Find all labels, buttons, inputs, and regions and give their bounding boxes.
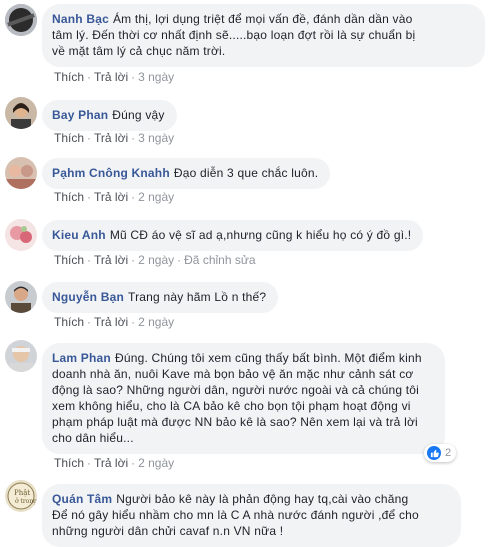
- comment-text-line: Ám thị, lợi dụng triệt để mọi vấn đề, đá…: [112, 12, 413, 26]
- svg-text:ở trong: ở trong: [15, 498, 37, 505]
- like-link[interactable]: Thích: [54, 253, 84, 267]
- comment-text-line: Người bảo kê này là phản động hay tq,cài…: [116, 492, 409, 506]
- avatar[interactable]: [5, 281, 37, 313]
- comment-text-line: về mặt tâm lý cả chục năm trời.: [52, 44, 226, 58]
- avatar[interactable]: Phật ở trong: [5, 480, 37, 512]
- comment-text-line: tâm lý. Đến thời cơ nhất định sẽ.....bạo…: [52, 28, 416, 42]
- separator: ·: [131, 315, 136, 329]
- comment-text-line: xem không hiểu, cho là CA bảo kê cho bọn…: [52, 399, 411, 413]
- comment-text-line: Để nó gây hiểu nhầm cho mn là C A nhà nư…: [52, 508, 419, 522]
- avatar[interactable]: [5, 97, 37, 129]
- comment-author[interactable]: Quán Tâm: [52, 492, 112, 506]
- comment-actions: Thích · Trả lời · 2 ngày: [54, 456, 174, 470]
- comment-bubble: Nanh Bạc Ám thị, lợi dụng triệt để mọi vấ…: [42, 4, 485, 67]
- like-link[interactable]: Thích: [54, 315, 84, 329]
- reply-link[interactable]: Trả lời: [94, 253, 128, 267]
- reply-link[interactable]: Trả lời: [94, 190, 128, 204]
- separator: ·: [87, 315, 92, 329]
- svg-text:Phật: Phật: [14, 489, 30, 497]
- comment-bubble: Pạhm Cnông Knahh Đạo diễn 3 que chắc luôn…: [42, 158, 331, 189]
- comment-actions: Thích · Trả lời · 2 ngày · Đã chỉnh sửa: [54, 253, 256, 267]
- separator: ·: [87, 190, 92, 204]
- separator: ·: [131, 253, 136, 267]
- comment-text-line: Mũ CĐ áo vệ sĩ ad ạ,nhưng cũng k hiểu họ…: [109, 228, 412, 242]
- reply-link[interactable]: Trả lời: [94, 131, 128, 145]
- avatar[interactable]: [5, 340, 37, 372]
- separator: ·: [177, 253, 182, 267]
- comment-text-line: Đạo diễn 3 que chắc luôn.: [173, 166, 319, 180]
- comment-text-line: động là sao? Những người dân, người nước…: [52, 383, 420, 397]
- comment-actions: Thích · Trả lời · 2 ngày: [54, 190, 174, 204]
- comment-author[interactable]: Nanh Bạc: [52, 12, 109, 26]
- comment-bubble: Lam Phan Đúng. Chúng tôi xem cũng thấy bấ…: [42, 343, 445, 454]
- edited-label[interactable]: Đã chỉnh sửa: [184, 253, 255, 267]
- comment-author[interactable]: Pạhm Cnông Knahh: [52, 166, 170, 180]
- like-link[interactable]: Thích: [54, 456, 84, 470]
- comment-text-line: Đúng. Chúng tôi xem cũng thấy bất bình. …: [114, 351, 422, 365]
- comment-text-line: Trang này hãm Lồ n thế?: [128, 290, 267, 304]
- comment-text-line: doanh nhà ăn, nuôi Kave mà bọn bảo vệ ăn…: [52, 367, 414, 381]
- like-link[interactable]: Thích: [54, 131, 84, 145]
- separator: ·: [87, 456, 92, 470]
- comment-author[interactable]: Bay Phan: [52, 108, 108, 122]
- comment-text-line: Đúng vậy: [112, 108, 165, 122]
- like-link[interactable]: Thích: [54, 70, 84, 84]
- avatar[interactable]: [5, 157, 37, 189]
- reaction-count-text: 2: [445, 447, 452, 459]
- comment-text-line: cho dân hiểu...: [52, 431, 134, 445]
- timestamp[interactable]: 2 ngày: [138, 253, 174, 267]
- avatar[interactable]: [5, 4, 37, 36]
- comment-actions: Thích · Trả lời · 2 ngày: [54, 315, 174, 329]
- comment-author[interactable]: Lam Phan: [52, 351, 111, 365]
- separator: ·: [131, 70, 136, 84]
- reply-link[interactable]: Trả lời: [94, 315, 128, 329]
- separator: ·: [131, 190, 136, 204]
- avatar[interactable]: [5, 219, 37, 251]
- timestamp[interactable]: 2 ngày: [138, 456, 174, 470]
- separator: ·: [87, 70, 92, 84]
- timestamp[interactable]: 3 ngày: [138, 131, 174, 145]
- timestamp[interactable]: 2 ngày: [138, 315, 174, 329]
- comment-text-line: phạm pháp luật mà được NN bảo kê là sao?…: [52, 415, 418, 429]
- thumbs-up-icon: [427, 446, 441, 460]
- timestamp[interactable]: 3 ngày: [138, 70, 174, 84]
- separator: ·: [131, 131, 136, 145]
- timestamp[interactable]: 2 ngày: [138, 190, 174, 204]
- comment-bubble: Bay Phan Đúng vậy: [42, 100, 177, 131]
- comment-bubble: Kieu Anh Mũ CĐ áo vệ sĩ ad ạ,nhưng cũng k…: [42, 220, 424, 251]
- comment-actions: Thích · Trả lời · 3 ngày: [54, 131, 174, 145]
- comment-author[interactable]: Kieu Anh: [52, 228, 106, 242]
- separator: ·: [87, 131, 92, 145]
- comment-text-line: những người dân chửi cavaf n.n VN nữa !: [52, 524, 284, 538]
- separator: ·: [131, 456, 136, 470]
- comment-bubble: Quán Tâm Người bảo kê này là phản động ha…: [42, 484, 461, 547]
- comment-actions: Thích · Trả lời · 3 ngày: [54, 70, 174, 84]
- like-link[interactable]: Thích: [54, 190, 84, 204]
- comment-bubble: Nguyễn Bạn Trang này hãm Lồ n thế?: [42, 282, 279, 313]
- comment-author[interactable]: Nguyễn Bạn: [52, 290, 124, 304]
- reply-link[interactable]: Trả lời: [94, 456, 128, 470]
- reply-link[interactable]: Trả lời: [94, 70, 128, 84]
- separator: ·: [87, 253, 92, 267]
- reaction-count[interactable]: 2: [424, 444, 457, 462]
